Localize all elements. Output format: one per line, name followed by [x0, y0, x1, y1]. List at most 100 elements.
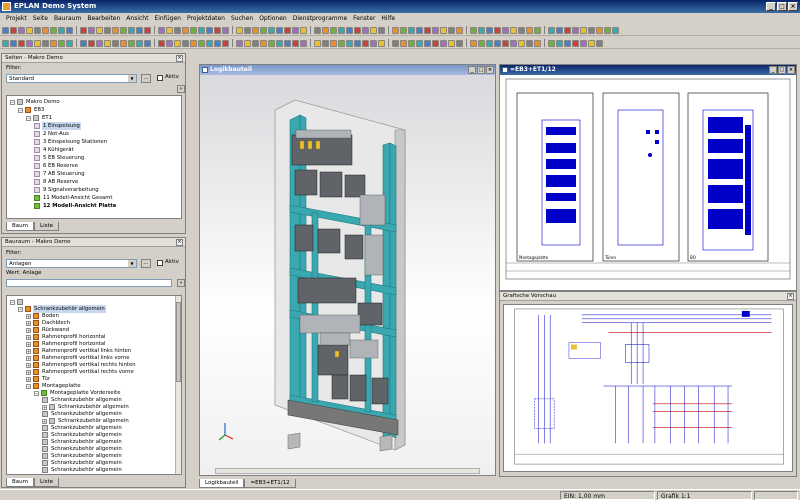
toolbar-tool-icon[interactable]	[448, 26, 455, 34]
toolbar-tool-icon[interactable]	[424, 39, 431, 47]
menu-hilfe[interactable]: Hilfe	[378, 13, 398, 24]
toolbar-tool-icon[interactable]	[222, 26, 229, 34]
tab-baum[interactable]: Baum	[6, 222, 34, 231]
toolbar-tool-icon[interactable]	[80, 26, 87, 34]
tree-item[interactable]: 1 Einspeisung	[34, 122, 81, 130]
expand-icon[interactable]: +	[26, 348, 31, 354]
toolbar-tool-icon[interactable]	[252, 26, 259, 34]
menu-suchen[interactable]: Suchen	[228, 13, 256, 24]
toolbar-tool-icon[interactable]	[190, 26, 197, 34]
close-button[interactable]: ×	[787, 66, 795, 74]
pages-active-checkbox[interactable]	[157, 75, 163, 81]
toolbar-tool-icon[interactable]	[588, 26, 595, 34]
expand-icon[interactable]: +	[26, 320, 31, 326]
toolbar-tool-icon[interactable]	[478, 26, 485, 34]
toolbar-tool-icon[interactable]	[400, 39, 407, 47]
menu-einfuegen[interactable]: Einfügen	[151, 13, 183, 24]
menu-seite[interactable]: Seite	[30, 13, 51, 24]
toolbar-tool-icon[interactable]	[534, 39, 541, 47]
toolbar-tool-icon[interactable]	[206, 39, 213, 47]
tree-item[interactable]: 2 Not-Aus	[34, 130, 70, 138]
toolbar-tool-icon[interactable]	[58, 26, 65, 34]
toolbar-tool-icon[interactable]	[416, 26, 423, 34]
toolbar-tool-icon[interactable]	[470, 39, 477, 47]
toolbar-tool-icon[interactable]	[534, 26, 541, 34]
toolbar-tool-icon[interactable]	[456, 39, 463, 47]
toolbar-tool-icon[interactable]	[34, 26, 41, 34]
pages-filter-button[interactable]: ...	[141, 74, 151, 83]
toolbar-tool-icon[interactable]	[10, 39, 17, 47]
menu-projektdaten[interactable]: Projektdaten	[184, 13, 228, 24]
expand-icon[interactable]: +	[26, 334, 31, 340]
toolbar-tool-icon[interactable]	[502, 26, 509, 34]
toolbar-tool-icon[interactable]	[548, 26, 555, 34]
toolbar-tool-icon[interactable]	[518, 39, 525, 47]
toolbar-tool-icon[interactable]	[244, 39, 251, 47]
toolbar-tool-icon[interactable]	[354, 39, 361, 47]
tree-item[interactable]: − ET1	[26, 114, 53, 122]
layout-filter-button[interactable]: ...	[141, 259, 151, 268]
toolbar-tool-icon[interactable]	[26, 26, 33, 34]
toolbar-tool-icon[interactable]	[494, 39, 501, 47]
tab-liste[interactable]: Liste	[34, 222, 59, 231]
toolbar-tool-icon[interactable]	[136, 39, 143, 47]
toolbar-tool-icon[interactable]	[392, 39, 399, 47]
maximize-button[interactable]: □	[477, 66, 485, 74]
toolbar-tool-icon[interactable]	[112, 39, 119, 47]
toolbar-tool-icon[interactable]	[322, 39, 329, 47]
collapse-icon[interactable]: −	[18, 306, 23, 312]
toolbar-tool-icon[interactable]	[596, 26, 603, 34]
tree-item[interactable]: 6 EB Reserve	[34, 162, 79, 170]
toolbar-tool-icon[interactable]	[158, 26, 165, 34]
toolbar-tool-icon[interactable]	[408, 39, 415, 47]
tab-logikbauteil[interactable]: Logikbauteil	[199, 479, 245, 488]
toolbar-tool-icon[interactable]	[346, 26, 353, 34]
toolbar-tool-icon[interactable]	[112, 26, 119, 34]
toolbar-tool-icon[interactable]	[198, 39, 205, 47]
toolbar-tool-icon[interactable]	[276, 39, 283, 47]
toolbar-tool-icon[interactable]	[268, 26, 275, 34]
toolbar-tool-icon[interactable]	[354, 26, 361, 34]
toolbar-tool-icon[interactable]	[214, 39, 221, 47]
collapse-icon[interactable]: −	[34, 390, 39, 396]
toolbar-tool-icon[interactable]	[144, 39, 151, 47]
toolbar-tool-icon[interactable]	[88, 39, 95, 47]
toolbar-tool-icon[interactable]	[362, 26, 369, 34]
toolbar-tool-icon[interactable]	[314, 39, 321, 47]
toolbar-tool-icon[interactable]	[424, 26, 431, 34]
toolbar-tool-icon[interactable]	[494, 26, 501, 34]
toolbar-tool-icon[interactable]	[548, 39, 555, 47]
toolbar-tool-icon[interactable]	[18, 26, 25, 34]
toolbar-tool-icon[interactable]	[432, 26, 439, 34]
toolbar-tool-icon[interactable]	[236, 39, 243, 47]
toolbar-tool-icon[interactable]	[346, 39, 353, 47]
toolbar-tool-icon[interactable]	[362, 39, 369, 47]
expand-icon[interactable]: +	[42, 418, 47, 424]
toolbar-tool-icon[interactable]	[510, 26, 517, 34]
toolbar-tool-icon[interactable]	[440, 26, 447, 34]
toolbar-tool-icon[interactable]	[214, 26, 221, 34]
tree-scrollbar[interactable]	[175, 296, 181, 474]
toolbar-tool-icon[interactable]	[136, 26, 143, 34]
horizontal-scrollbar[interactable]	[215, 468, 480, 474]
minimize-button[interactable]: _	[468, 66, 476, 74]
toolbar-tool-icon[interactable]	[456, 26, 463, 34]
toolbar-tool-icon[interactable]	[486, 26, 493, 34]
tree-item[interactable]: 12 Modell-Ansicht Platte	[34, 202, 117, 210]
expand-icon[interactable]: +	[26, 313, 31, 319]
toolbar-tool-icon[interactable]	[10, 26, 17, 34]
maximize-button[interactable]: □	[777, 2, 787, 11]
toolbar-tool-icon[interactable]	[104, 26, 111, 34]
expand-icon[interactable]: +	[26, 369, 31, 375]
maximize-button[interactable]: □	[778, 66, 786, 74]
toolbar-tool-icon[interactable]	[2, 39, 9, 47]
toolbar-tool-icon[interactable]	[572, 26, 579, 34]
toolbar-tool-icon[interactable]	[612, 26, 619, 34]
tree-item[interactable]: 11 Modell-Ansicht Gesamt	[34, 194, 113, 202]
toolbar-tool-icon[interactable]	[120, 26, 127, 34]
toolbar-tool-icon[interactable]	[440, 39, 447, 47]
toolbar-tool-icon[interactable]	[486, 39, 493, 47]
toolbar-tool-icon[interactable]	[564, 39, 571, 47]
toolbar-tool-icon[interactable]	[244, 26, 251, 34]
scrollbar-thumb[interactable]	[176, 302, 181, 382]
